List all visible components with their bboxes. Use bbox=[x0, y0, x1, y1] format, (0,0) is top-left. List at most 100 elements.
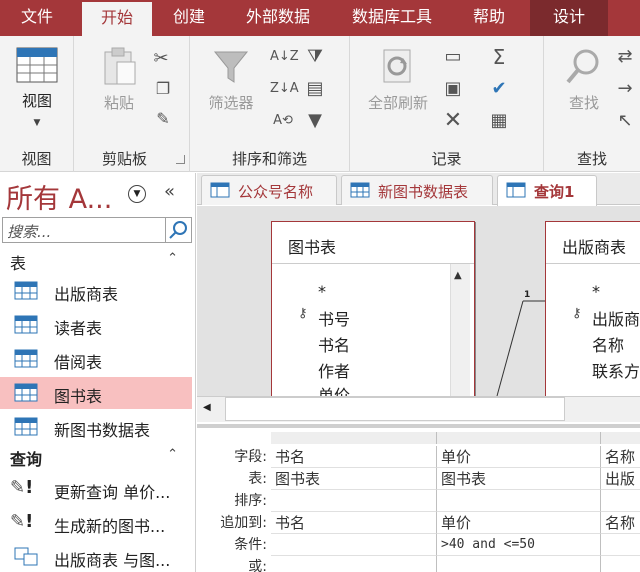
grid-cell-field[interactable]: 名称 bbox=[601, 446, 640, 468]
table-icon bbox=[350, 182, 370, 198]
grid-cell-or[interactable] bbox=[601, 556, 640, 572]
tab-file[interactable]: 文件 bbox=[0, 0, 74, 36]
search-icon[interactable] bbox=[165, 218, 191, 242]
nav-query-item[interactable]: 出版商表 与图... bbox=[0, 541, 192, 572]
group-label-views: 视图 bbox=[21, 150, 52, 168]
filter-button[interactable]: 筛选器 bbox=[196, 46, 266, 113]
join-one-label: 1 bbox=[524, 290, 531, 300]
doc-tab-query-1[interactable]: 公众号名称 bbox=[201, 175, 337, 205]
join-line[interactable] bbox=[197, 206, 640, 422]
grid-cell-or[interactable] bbox=[271, 556, 437, 572]
tab-external-data[interactable]: 外部数据 bbox=[228, 0, 328, 36]
scroll-thumb[interactable] bbox=[225, 397, 565, 421]
grid-cell-criteria[interactable] bbox=[271, 534, 437, 556]
grid-cell-sort[interactable] bbox=[601, 490, 640, 512]
column-selector[interactable] bbox=[271, 432, 437, 444]
doc-tab-label: 新图书数据表 bbox=[378, 183, 469, 201]
query-icon bbox=[506, 182, 526, 198]
horizontal-scrollbar[interactable]: ◀ bbox=[197, 396, 640, 422]
grid-cell-criteria[interactable]: >40 and <=50 bbox=[437, 534, 601, 556]
collapse-chevron-icon: ⌃ bbox=[167, 251, 178, 266]
nav-table-item[interactable]: 新图书数据表 bbox=[0, 411, 192, 443]
doc-tab-query-active[interactable]: 查询1 bbox=[497, 175, 597, 206]
query-design-tables-area[interactable]: 图书表 * ⚷ 书号 书名 作者 单价 ▲ 出版商表 * ⚷ 出版商 名称 联系… bbox=[197, 206, 640, 422]
magnifier-icon bbox=[566, 49, 599, 84]
table-icon bbox=[14, 315, 38, 334]
grid-cell-criteria[interactable] bbox=[601, 534, 640, 556]
column-selector[interactable] bbox=[437, 432, 601, 444]
refresh-all-button[interactable]: 全部刷新 bbox=[360, 46, 436, 113]
nav-query-item[interactable]: ✎! 更新查询 单价... bbox=[0, 473, 192, 505]
replace-icon[interactable]: ⇄ bbox=[612, 44, 638, 70]
tab-home[interactable]: 开始 bbox=[82, 0, 152, 36]
paste-button[interactable]: 粘贴 bbox=[90, 46, 148, 113]
grid-cell-table[interactable]: 出版 bbox=[601, 468, 640, 490]
format-painter-icon[interactable]: ✎ bbox=[150, 106, 176, 132]
section-tables[interactable]: 表 ⌃ bbox=[0, 249, 192, 273]
nav-table-item[interactable]: 借阅表 bbox=[0, 343, 192, 375]
toggle-filter-icon[interactable]: ▼ bbox=[302, 108, 328, 134]
grid-cell-field[interactable]: 书名 bbox=[271, 446, 437, 468]
selection-filter-icon[interactable]: ⧩ bbox=[302, 44, 328, 70]
grid-cell-append[interactable]: 单价 bbox=[437, 512, 601, 534]
nav-item-label: 新图书数据表 bbox=[54, 421, 151, 440]
tab-create[interactable]: 创建 bbox=[156, 0, 222, 36]
collapse-pane-icon[interactable]: « bbox=[164, 181, 175, 202]
nav-table-item[interactable]: 图书表 bbox=[0, 377, 192, 409]
group-label-clipboard: 剪贴板 bbox=[101, 150, 147, 168]
find-button[interactable]: 查找 bbox=[554, 46, 614, 113]
grid-cell-table[interactable]: 图书表 bbox=[437, 468, 601, 490]
grid-cell-sort[interactable] bbox=[437, 490, 601, 512]
cut-icon[interactable]: ✂ bbox=[148, 46, 174, 72]
sort-descending-icon[interactable]: Z↓A bbox=[270, 76, 299, 102]
datasheet-view-icon bbox=[16, 47, 58, 83]
funnel-icon bbox=[213, 51, 249, 83]
query-icon bbox=[210, 182, 230, 198]
tab-help[interactable]: 帮助 bbox=[456, 0, 522, 36]
new-record-icon[interactable]: ▭ bbox=[440, 44, 466, 70]
grid-cell-append[interactable]: 名称 bbox=[601, 512, 640, 534]
nav-table-item[interactable]: 出版商表 bbox=[0, 275, 192, 307]
navigation-pane: 所有 A... ▼ « 搜索... 表 ⌃ 出版商表读者表借阅表图书表新图书数据… bbox=[0, 173, 196, 572]
nav-item-label: 借阅表 bbox=[54, 353, 103, 372]
totals-icon[interactable]: Σ bbox=[486, 44, 512, 70]
nav-search-input[interactable]: 搜索... bbox=[2, 217, 192, 243]
nav-menu-chevron-icon[interactable]: ▼ bbox=[128, 185, 146, 203]
save-record-icon[interactable]: ▣ bbox=[440, 76, 466, 102]
grid-cell-or[interactable] bbox=[437, 556, 601, 572]
ribbon: 视图 ▼ 视图 粘贴 ✂ ❐ ✎ 剪贴板 筛选器 A↓Z Z↓A A⟲ ⧩ ▤ … bbox=[0, 36, 640, 172]
refresh-all-label: 全部刷新 bbox=[367, 94, 428, 112]
grid-cell-append[interactable]: 书名 bbox=[271, 512, 437, 534]
select-icon[interactable]: ↖ bbox=[612, 108, 638, 134]
nav-title[interactable]: 所有 A... bbox=[6, 177, 112, 216]
table-icon bbox=[14, 383, 38, 402]
column-selector[interactable] bbox=[601, 432, 640, 444]
view-button[interactable]: 视图 ▼ bbox=[10, 46, 64, 129]
copy-icon[interactable]: ❐ bbox=[150, 76, 176, 102]
goto-icon[interactable]: → bbox=[612, 76, 638, 102]
group-views: 视图 ▼ 视图 bbox=[0, 36, 74, 172]
grid-cell-sort[interactable] bbox=[271, 490, 437, 512]
advanced-filter-icon[interactable]: ▤ bbox=[302, 76, 328, 102]
view-button-label: 视图 bbox=[21, 92, 52, 110]
nav-query-item[interactable]: ✎! 生成新的图书... bbox=[0, 507, 192, 539]
tab-design[interactable]: 设计 bbox=[530, 0, 608, 36]
doc-tab-table[interactable]: 新图书数据表 bbox=[341, 175, 493, 205]
dialog-launcher-icon[interactable] bbox=[176, 155, 185, 164]
group-find: 查找 ⇄ → ↖ 查找 bbox=[544, 36, 640, 172]
spelling-icon[interactable]: ✔ bbox=[486, 76, 512, 102]
scroll-left-icon[interactable]: ◀ bbox=[203, 402, 211, 413]
grid-cell-table[interactable]: 图书表 bbox=[271, 468, 437, 490]
remove-sort-icon[interactable]: A⟲ bbox=[270, 108, 296, 134]
nav-table-item[interactable]: 读者表 bbox=[0, 309, 192, 341]
chevron-down-icon: ▼ bbox=[33, 118, 41, 128]
grid-row-label: 排序: bbox=[234, 493, 267, 509]
nav-item-label: 出版商表 bbox=[54, 285, 119, 304]
section-queries[interactable]: 查询 ⌃ bbox=[0, 445, 192, 469]
more-records-icon[interactable]: ▦ bbox=[486, 108, 512, 134]
tab-database-tools[interactable]: 数据库工具 bbox=[334, 0, 450, 36]
delete-record-icon[interactable]: ✕ bbox=[440, 108, 466, 134]
sort-ascending-icon[interactable]: A↓Z bbox=[270, 44, 299, 70]
grid-cell-field[interactable]: 单价 bbox=[437, 446, 601, 468]
clipboard-icon bbox=[104, 47, 136, 85]
